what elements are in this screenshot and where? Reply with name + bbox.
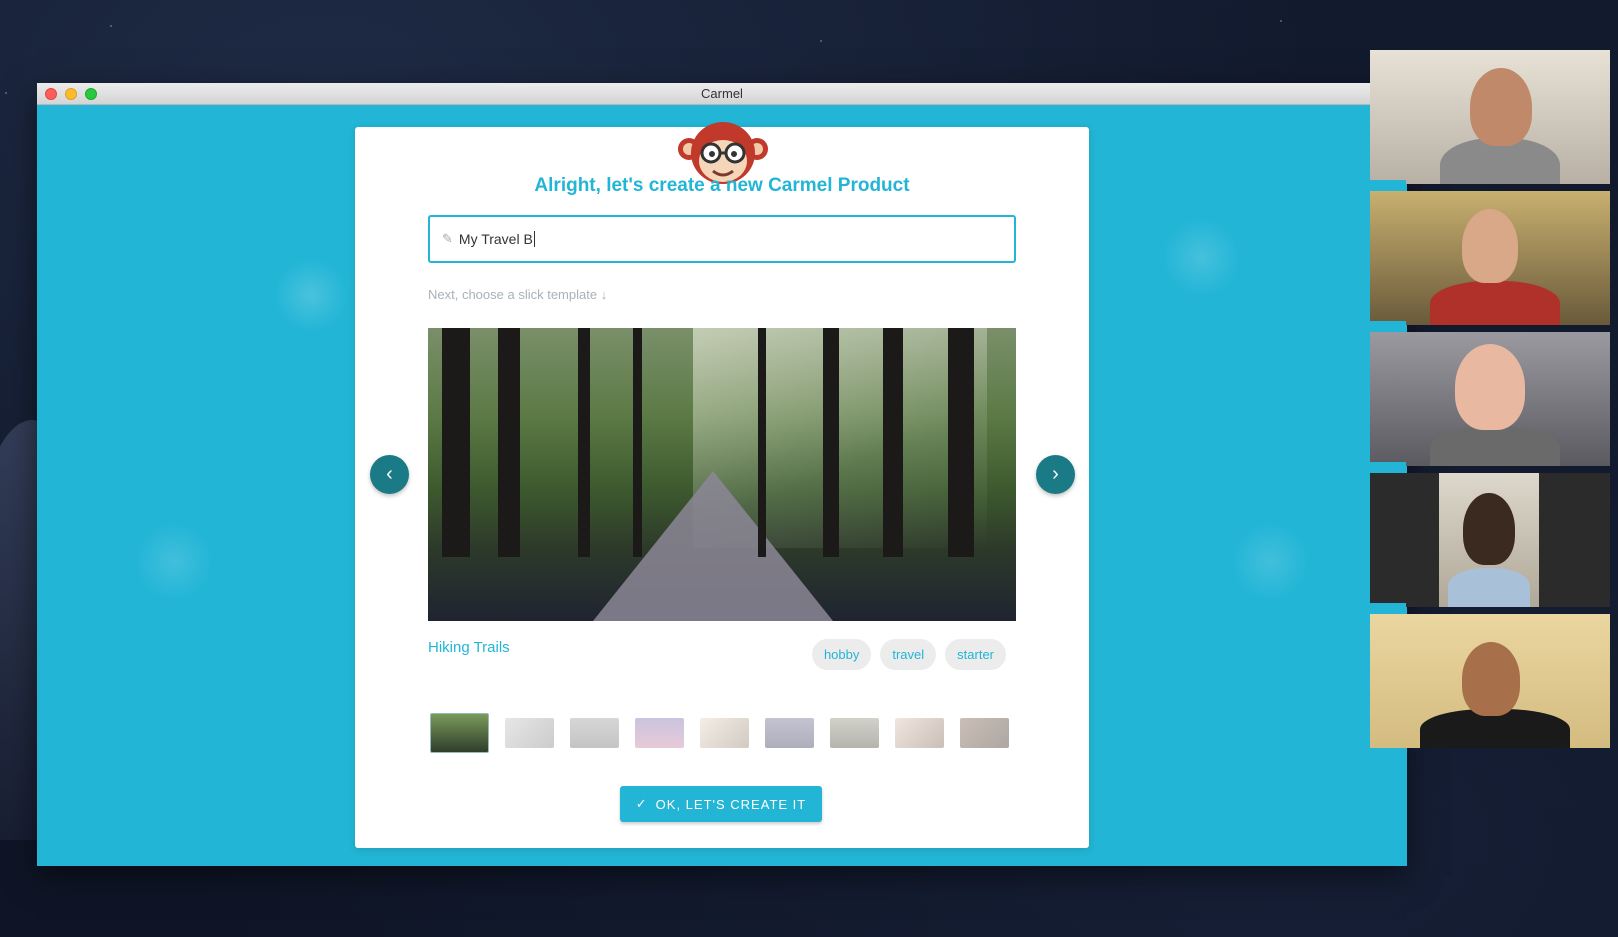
template-thumbnail[interactable] <box>505 718 554 748</box>
next-template-button[interactable]: › <box>1036 455 1075 494</box>
tag-travel[interactable]: travel <box>880 639 937 670</box>
close-window-button[interactable] <box>45 88 57 100</box>
template-thumbnail[interactable] <box>830 718 879 748</box>
template-hint: Next, choose a slick template ↓ <box>428 287 608 302</box>
wallpaper-star <box>110 25 112 27</box>
page-title: Alright, let's create a new Carmel Produ… <box>534 175 910 196</box>
wallpaper-star <box>820 40 822 42</box>
text-caret <box>533 231 535 247</box>
wallpaper-star <box>5 92 7 94</box>
previous-template-button[interactable]: ‹ <box>370 455 409 494</box>
create-product-card: Alright, let's create a new Carmel Produ… <box>355 122 1089 848</box>
app-window: Carmel Alright, let's create a new Carme… <box>37 83 1407 866</box>
chevron-right-icon: › <box>1052 463 1059 485</box>
product-name-input[interactable]: ✎ My Travel B <box>428 215 1016 263</box>
template-thumbnail-strip <box>430 713 1016 753</box>
participant-video-tile[interactable] <box>1370 191 1610 325</box>
window-title: Carmel <box>701 86 743 101</box>
window-controls <box>45 88 97 100</box>
create-button-label: OK, LET'S CREATE IT <box>655 796 807 812</box>
template-tags: hobby travel starter <box>811 639 1006 670</box>
pencil-icon: ✎ <box>442 231 453 246</box>
create-product-button[interactable]: ✓ OK, LET'S CREATE IT <box>620 786 822 822</box>
template-thumbnail[interactable] <box>960 718 1009 748</box>
window-titlebar[interactable]: Carmel <box>37 83 1407 105</box>
tag-hobby[interactable]: hobby <box>811 639 872 670</box>
template-thumbnail[interactable] <box>895 718 944 748</box>
template-thumbnail[interactable] <box>700 718 749 748</box>
template-preview-image <box>428 328 1016 621</box>
template-title: Hiking Trails <box>428 639 510 656</box>
minimize-window-button[interactable] <box>65 88 77 100</box>
participant-video-tile[interactable] <box>1370 614 1610 748</box>
maximize-window-button[interactable] <box>85 88 97 100</box>
participant-video-tile[interactable] <box>1370 332 1610 466</box>
template-thumbnail[interactable] <box>765 718 814 748</box>
template-thumbnail[interactable] <box>430 713 489 753</box>
participant-video-tile[interactable] <box>1370 50 1610 184</box>
product-name-value: My Travel B <box>458 231 533 247</box>
checkmark-icon: ✓ <box>635 796 648 811</box>
video-call-participants <box>1370 50 1610 755</box>
template-thumbnail[interactable] <box>570 718 619 748</box>
template-thumbnail[interactable] <box>635 718 684 748</box>
participant-video-tile[interactable] <box>1370 473 1610 607</box>
chevron-left-icon: ‹ <box>386 463 393 485</box>
tag-starter[interactable]: starter <box>945 639 1006 670</box>
wallpaper-star <box>1280 20 1282 22</box>
